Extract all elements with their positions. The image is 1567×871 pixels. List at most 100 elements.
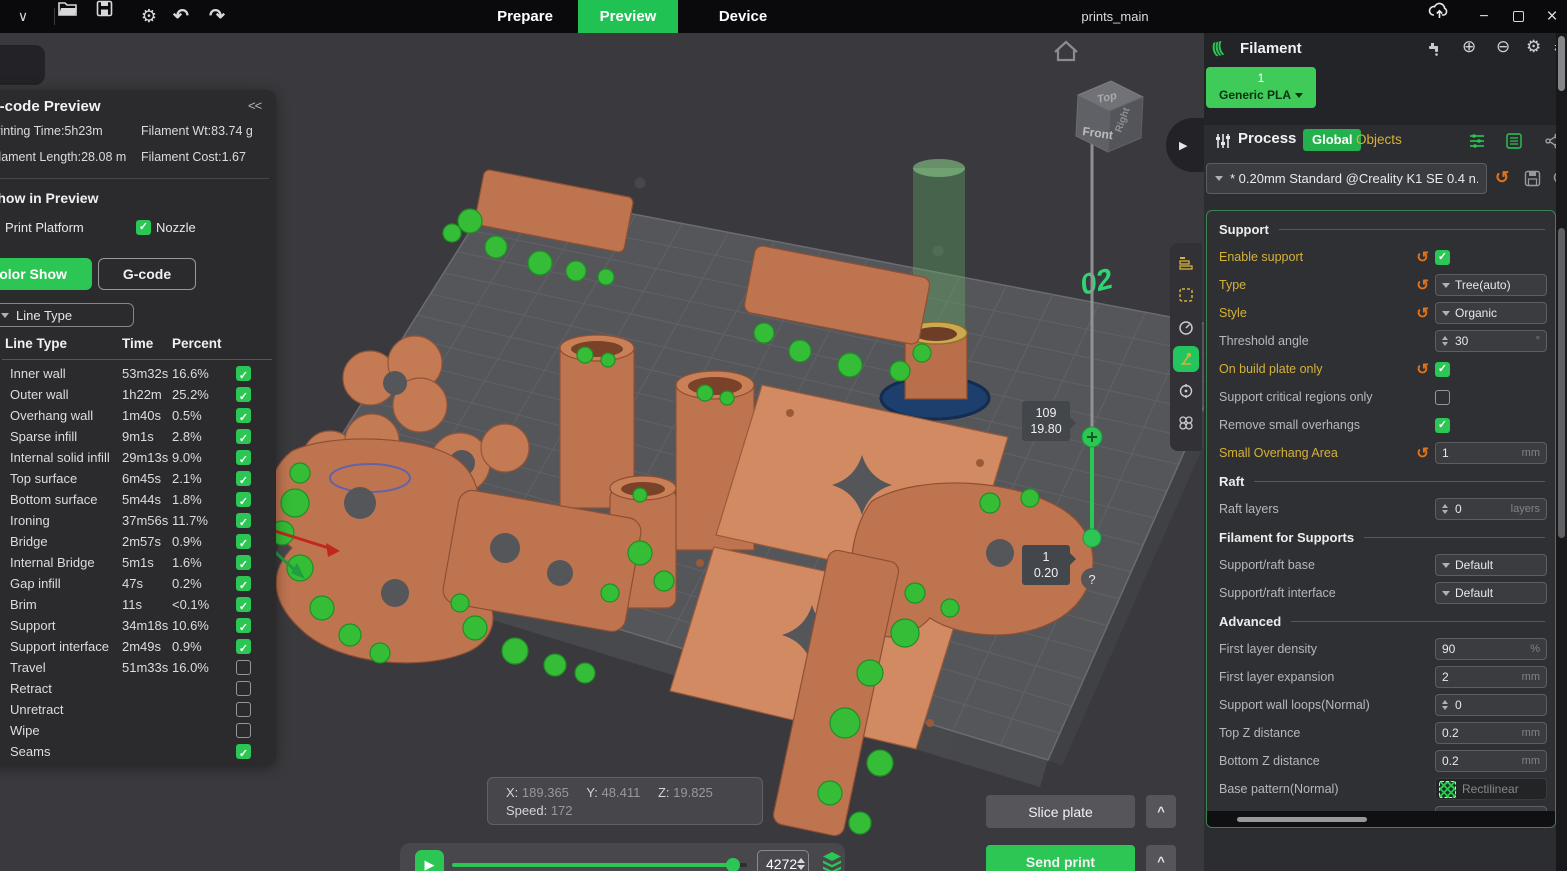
move-slider-handle[interactable] [726,858,740,871]
remove-small-overhangs-checkbox[interactable]: ✓ [1435,418,1450,433]
row-visibility-checkbox[interactable]: ✓ [236,471,251,486]
slice-options-button[interactable]: ^ [1146,795,1176,828]
first-layer-expansion-input[interactable]: 2mm [1435,666,1547,688]
line-type-dropdown[interactable]: Line Type [0,303,134,327]
remove-filament-icon[interactable]: ⊖ [1496,37,1510,57]
open-folder-icon[interactable] [58,0,84,33]
row-visibility-checkbox[interactable]: ✓ [236,450,251,465]
tab-preview[interactable]: Preview [578,0,678,33]
reset-icon[interactable]: ↺ [1416,250,1429,265]
row-visibility-checkbox[interactable] [236,660,251,675]
play-button[interactable]: ▶ [415,850,444,871]
minimize-button[interactable]: − [1470,0,1498,33]
row-visibility-checkbox[interactable] [236,702,251,717]
faucet-icon[interactable] [1426,40,1444,58]
on-build-plate-checkbox[interactable]: ✓ [1435,362,1450,377]
support-raft-base-select[interactable]: Default [1435,554,1547,576]
support-style-select[interactable]: Organic [1435,302,1547,324]
send-options-button[interactable]: ^ [1146,845,1176,871]
gauge-icon [1178,319,1194,335]
move-count-spinner[interactable]: 4272 [757,850,809,871]
preset-reset-icon[interactable]: ↺ [1495,169,1509,186]
save-icon[interactable] [96,0,122,33]
setting-row: First layer density 90% [1207,635,1555,663]
enable-support-checkbox[interactable]: ✓ [1435,250,1450,265]
row-visibility-checkbox[interactable]: ✓ [236,576,251,591]
filament-settings-icon[interactable]: ⚙ [1526,37,1541,57]
nozzle-checkbox[interactable]: ✓ [136,220,151,235]
tool-speed[interactable] [1173,314,1199,340]
row-visibility-checkbox[interactable]: ✓ [236,408,251,423]
row-visibility-checkbox[interactable] [236,723,251,738]
row-visibility-checkbox[interactable]: ✓ [236,429,251,444]
close-button[interactable]: × [1538,0,1566,33]
scrollbar-thumb[interactable] [1558,36,1565,91]
layers-icon[interactable] [821,851,843,871]
save-preset-icon[interactable] [1524,170,1541,187]
row-visibility-checkbox[interactable] [236,681,251,696]
preset-dropdown[interactable]: * 0.20mm Standard @Creality K1 SE 0.4 n.… [1206,163,1487,194]
home-icon[interactable] [1055,42,1077,60]
undo-icon[interactable]: ↶ [168,0,194,33]
row-visibility-checkbox[interactable]: ✓ [236,555,251,570]
reset-icon[interactable]: ↺ [1416,306,1429,321]
layer-slider-bottom-handle[interactable] [1083,529,1101,547]
color-show-button[interactable]: Color Show [0,258,92,290]
vertical-scrollbar[interactable] [1556,33,1567,871]
tab-objects[interactable]: Objects [1356,129,1402,151]
help-button[interactable]: ? [1081,568,1103,590]
add-filament-icon[interactable]: ⊕ [1462,37,1476,57]
setting-row: Remove small overhangs ✓ [1207,411,1555,439]
reset-icon[interactable]: ↺ [1416,278,1429,293]
first-layer-density-input[interactable]: 90% [1435,638,1547,660]
tab-device[interactable]: Device [708,0,778,33]
gcode-button[interactable]: G-code [98,258,196,290]
param-list-icon[interactable] [1468,133,1486,149]
raft-layers-input[interactable]: 0 layers [1435,498,1547,520]
support-wall-loops-input[interactable]: 0 [1435,694,1547,716]
row-visibility-checkbox[interactable]: ✓ [236,639,251,654]
collapse-button[interactable]: << [248,98,261,113]
collapsed-panel-stub[interactable] [0,45,45,85]
send-print-button[interactable]: Send print [986,845,1135,871]
row-visibility-checkbox[interactable]: ✓ [236,366,251,381]
setting-row: Small Overhang Area ↺ 1 mm [1207,439,1555,467]
move-slider[interactable] [452,863,747,867]
bottom-z-distance-input[interactable]: 0.2mm [1435,750,1547,772]
row-visibility-checkbox[interactable]: ✓ [236,534,251,549]
param-table-icon[interactable] [1506,133,1523,149]
view-cube[interactable]: Top Front Right [1076,81,1143,152]
reset-icon[interactable]: ↺ [1416,446,1429,461]
cloud-upload-icon[interactable] [1428,0,1456,33]
tool-selection-box[interactable] [1173,282,1199,308]
tool-seam[interactable] [1173,378,1199,404]
tab-global[interactable]: Global [1303,129,1361,151]
settings-gear-icon[interactable]: ⚙ [136,0,162,33]
reset-icon[interactable]: ↺ [1416,362,1429,377]
small-overhang-input[interactable]: 1 mm [1435,442,1547,464]
scrollbar-thumb[interactable] [1558,228,1565,538]
tool-support[interactable] [1173,346,1199,372]
tab-prepare[interactable]: Prepare [490,0,560,33]
base-pattern-select[interactable]: Rectilinear [1435,778,1547,800]
threshold-angle-input[interactable]: 30 ° [1435,330,1547,352]
tool-multi-plate[interactable] [1173,410,1199,436]
slice-plate-button[interactable]: Slice plate [986,795,1135,828]
row-visibility-checkbox[interactable]: ✓ [236,744,251,759]
row-visibility-checkbox[interactable]: ✓ [236,492,251,507]
horizontal-scrollbar[interactable] [1207,811,1555,827]
tool-line-type[interactable] [1173,250,1199,276]
critical-regions-checkbox[interactable] [1435,390,1450,405]
redo-icon[interactable]: ↷ [204,0,230,33]
row-visibility-checkbox[interactable]: ✓ [236,513,251,528]
row-visibility-checkbox[interactable]: ✓ [236,618,251,633]
maximize-button[interactable] [1504,0,1532,33]
support-type-select[interactable]: Tree(auto) [1435,274,1547,296]
menu-chevron-icon[interactable]: ∨ [10,0,36,33]
setting-row: Support/raft base Default [1207,551,1555,579]
row-visibility-checkbox[interactable]: ✓ [236,387,251,402]
filament-slot-button[interactable]: 1 Generic PLA [1206,67,1316,108]
row-visibility-checkbox[interactable]: ✓ [236,597,251,612]
support-raft-interface-select[interactable]: Default [1435,582,1547,604]
top-z-distance-input[interactable]: 0.2mm [1435,722,1547,744]
